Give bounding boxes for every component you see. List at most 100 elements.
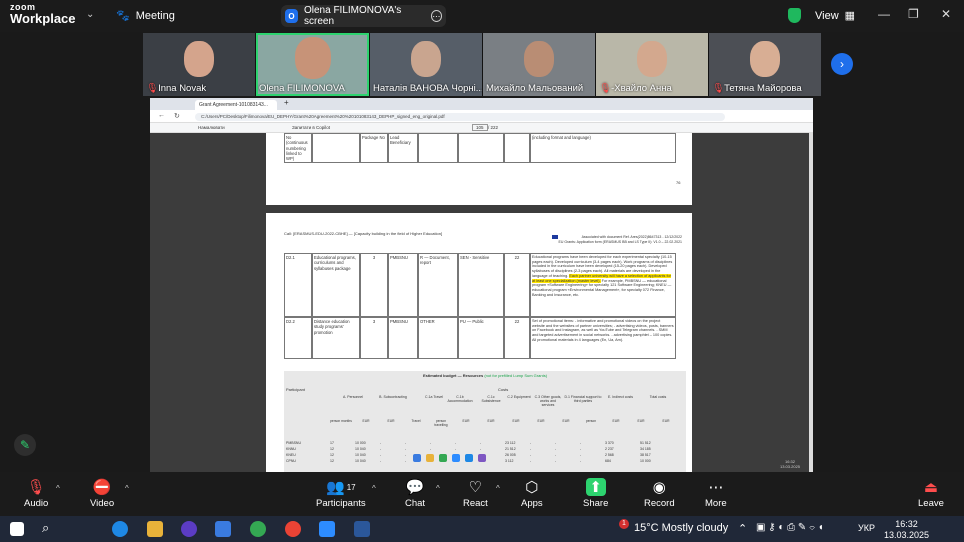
more-button[interactable]: ⋯ More [705,478,727,509]
participant-name: 🎙-Хвайло Анна [599,83,672,94]
back-icon[interactable]: ← [158,112,165,119]
zoom-taskbar-icon[interactable] [319,521,335,537]
participants-icon: 👥 17 [326,479,356,496]
audio-button[interactable]: 🎙 Audio [24,478,48,509]
pdf-scrollbar[interactable] [809,133,813,472]
windows-start-icon[interactable] [10,522,24,536]
deliverable-id: D2.1 [284,253,312,317]
url-field[interactable]: C:/Users/PC/Desktop/Filimonova/EU_DEPHY/… [195,113,725,121]
opera-icon[interactable] [181,521,197,537]
participant-tile[interactable]: 🎙Inna Novak [143,33,255,96]
record-icon: ◉ [652,479,666,496]
search-icon[interactable]: ⌕ [42,520,58,536]
participant-tile[interactable]: Наталія ВАНОВА Чорні... [370,33,482,96]
table-cell: 684 [605,459,611,463]
participants-options-caret[interactable]: ^ [372,484,376,493]
participant-tile[interactable]: 🎙-Хвайло Анна [596,33,708,96]
table-cell: - [405,441,407,445]
file-explorer-icon[interactable] [147,521,163,537]
more-options-icon[interactable]: ⋯ [430,10,442,22]
participant-tile[interactable]: Михайло Мальований [483,33,595,96]
minimize-icon[interactable]: — [878,7,890,21]
shield-icon[interactable] [788,8,801,23]
table-cell: 12 [330,453,334,457]
budget-col-header: C.2 Equipment [507,395,531,399]
table-cell: - [580,447,582,451]
notification-badge: 1 [619,519,629,529]
audio-options-caret[interactable]: ^ [56,484,60,493]
screen-share-pill[interactable]: O Olena FILIMONOVA's screen ⋯ [281,5,446,27]
react-options-caret[interactable]: ^ [496,484,500,493]
react-button[interactable]: ♡ React [463,478,488,509]
next-page-arrow-icon[interactable]: › [831,53,853,75]
tray-icons[interactable]: ▣ ⚷ ◐ ⎙ ✎ ⌔ ◖ [756,522,824,533]
edge-icon[interactable] [112,521,128,537]
page-header-left: Call: [ERASMUS-EDU-2022-CBHE] — [Capacit… [284,231,443,236]
view-button[interactable]: View ▦ [815,9,855,23]
store-icon[interactable] [215,521,231,537]
weather-widget[interactable]: 15°C Mostly cloudy [634,522,728,534]
table-cell [312,133,360,163]
table-cell: - [530,453,532,457]
mic-muted-icon: 🎙 [599,83,612,94]
deliverable-description: Set of promotional items: - informative … [530,317,676,359]
share-button[interactable]: ⬆ Share [583,478,608,509]
shared-screen: Grant Agreement-101083143... + ← ↻ C:/Us… [150,98,813,472]
chat-options-caret[interactable]: ^ [436,484,440,493]
word-icon[interactable] [354,521,370,537]
budget-sub-header: EUR [362,419,370,423]
table-cell: KNEU [286,453,296,457]
refresh-icon[interactable]: ↻ [174,112,180,120]
tray-chevron-icon[interactable]: ⌃ [738,522,747,535]
maximize-icon[interactable]: ❐ [908,7,919,21]
table-cell: Lead Beneficiary [388,133,418,163]
pdf-page-current: Call: [ERASMUS-EDU-2022-CBHE] — [Capacit… [266,213,692,472]
deliverable-dissemination: SEN - Sensitive [458,253,504,317]
table-cell: 12 [330,447,334,451]
deliverable-lead: PMBSNU [388,253,418,317]
page-header-form: EU Grants: Application form (ERASMUS BB … [558,240,682,244]
inner-clock: 16:32 13.03.2025 [780,459,801,469]
close-icon[interactable]: ✕ [941,7,951,21]
chrome-icon[interactable] [250,521,266,537]
language-indicator[interactable]: УКР [858,523,875,533]
pdf-copilot-tool[interactable]: Запитати в Copilot [292,125,330,130]
pdf-page-input[interactable]: 105 [472,124,488,131]
meeting-menu[interactable]: 🐾 Meeting [116,9,175,23]
participant-strip: 🎙Inna Novak Olena FILIMONOVA Наталія ВАН… [143,33,821,96]
participant-tile-active[interactable]: Olena FILIMONOVA [256,33,369,96]
budget-sub-header: EUR [462,419,470,423]
video-off-icon: ⛔ [92,479,112,496]
budget-participant-header: Participant [286,387,305,392]
deliverable-lead: PMBSNU [388,317,418,359]
deliverable-wp: 3 [360,253,388,317]
chrome-profile-icon[interactable] [285,521,301,537]
table-cell: 23 112 [505,441,516,445]
leave-button[interactable]: ⏏ Leave [918,478,944,509]
chat-button[interactable]: 💬 Chat [405,478,425,509]
pdf-viewer[interactable]: No (continuous numbering linked to WP) P… [150,133,810,472]
video-button[interactable]: ⛔ Video [90,478,114,509]
chevron-down-icon[interactable]: ⌄ [86,9,94,20]
annotate-pen-icon[interactable]: ✎ [14,434,36,456]
pdf-draw-tool[interactable]: Намалювати [198,125,225,130]
table-cell: - [405,447,407,451]
apps-button[interactable]: ⬡ Apps [521,478,543,509]
participant-name: Наталія ВАНОВА Чорні... [373,83,482,94]
table-cell: 21 512 [505,447,516,451]
folder-icon [426,454,434,462]
record-button[interactable]: ◉ Record [644,478,675,509]
video-options-caret[interactable]: ^ [125,484,129,493]
new-tab-icon[interactable]: + [284,98,289,107]
table-cell: 2 237 [605,447,614,451]
table-cell: - [580,459,582,463]
browser-tab[interactable]: Grant Agreement-101083143... [195,100,277,110]
table-cell: - [555,453,557,457]
system-clock[interactable]: 16:32 13.03.2025 [884,519,929,541]
budget-sub-header: EUR [387,419,395,423]
chrome-icon [439,454,447,462]
budget-sub-header: EUR [612,419,620,423]
participant-tile[interactable]: 🎙Тетяна Майорова [709,33,821,96]
table-cell: - [455,447,457,451]
participants-button[interactable]: 👥 17 Participants [316,478,366,509]
